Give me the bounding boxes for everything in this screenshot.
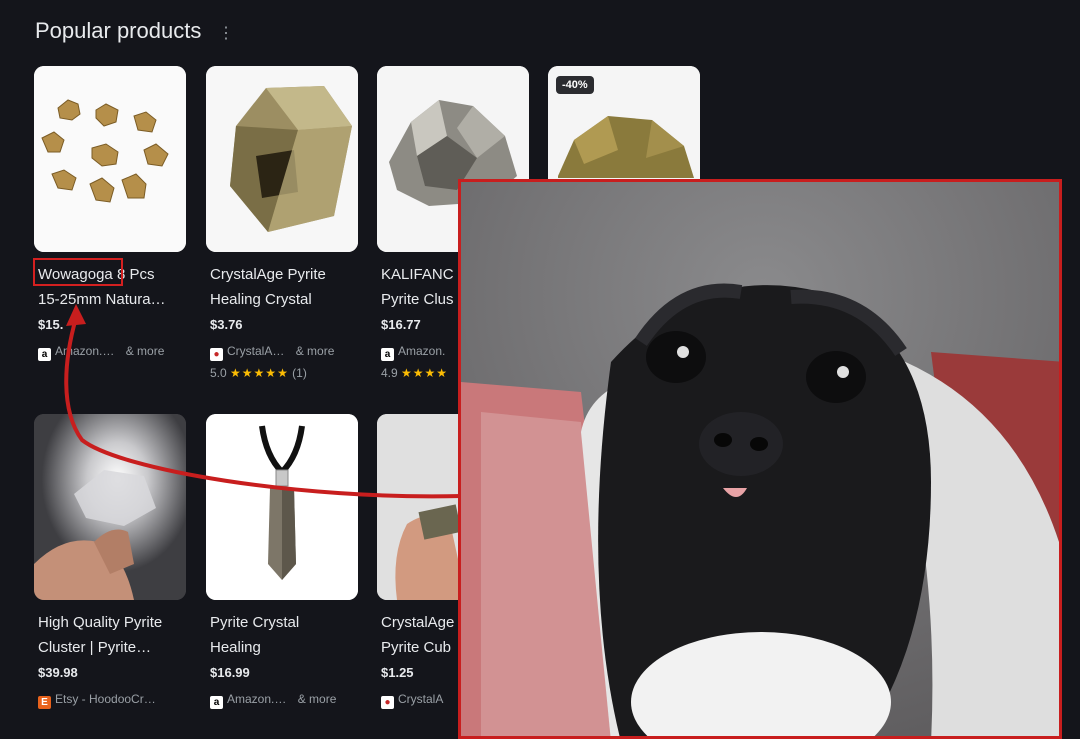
overlay-photo	[458, 179, 1062, 739]
